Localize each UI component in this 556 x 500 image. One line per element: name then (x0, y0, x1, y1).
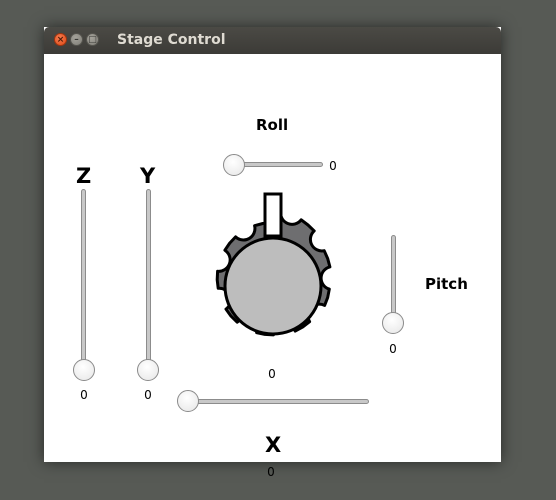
dial-value: 0 (268, 367, 276, 381)
roll-slider-thumb[interactable] (223, 154, 245, 176)
z-slider-track[interactable] (81, 189, 86, 369)
dial-pointer-icon (263, 192, 283, 238)
close-icon[interactable]: × (54, 33, 67, 46)
roll-label: Roll (256, 116, 289, 134)
roll-value: 0 (329, 159, 337, 173)
pitch-label: Pitch (425, 275, 468, 293)
y-slider-track[interactable] (146, 189, 151, 369)
dial-center[interactable] (223, 236, 323, 336)
pitch-slider-thumb[interactable] (382, 312, 404, 334)
roll-slider-track[interactable] (234, 162, 323, 167)
z-value: 0 (80, 388, 88, 402)
pitch-slider-track[interactable] (391, 235, 396, 320)
z-label: Z (76, 164, 92, 188)
y-value: 0 (144, 388, 152, 402)
minimize-icon[interactable]: – (70, 33, 83, 46)
titlebar: × – □ Stage Control (44, 27, 501, 54)
content-area: Roll 0 Z 0 Y 0 0 Pitch 0 X 0 (44, 54, 501, 479)
x-value: 0 (267, 465, 275, 479)
window-title: Stage Control (117, 32, 226, 48)
stage-control-window: × – □ Stage Control Roll 0 Z 0 Y 0 0 Pit… (44, 27, 501, 479)
y-slider-thumb[interactable] (137, 359, 159, 381)
maximize-icon[interactable]: □ (86, 33, 99, 46)
x-slider-track[interactable] (186, 399, 369, 404)
x-slider-thumb[interactable] (177, 390, 199, 412)
y-label: Y (140, 164, 156, 188)
z-slider-thumb[interactable] (73, 359, 95, 381)
x-label: X (265, 433, 282, 457)
rotary-dial-knob[interactable] (195, 192, 349, 358)
pitch-value: 0 (389, 342, 397, 356)
